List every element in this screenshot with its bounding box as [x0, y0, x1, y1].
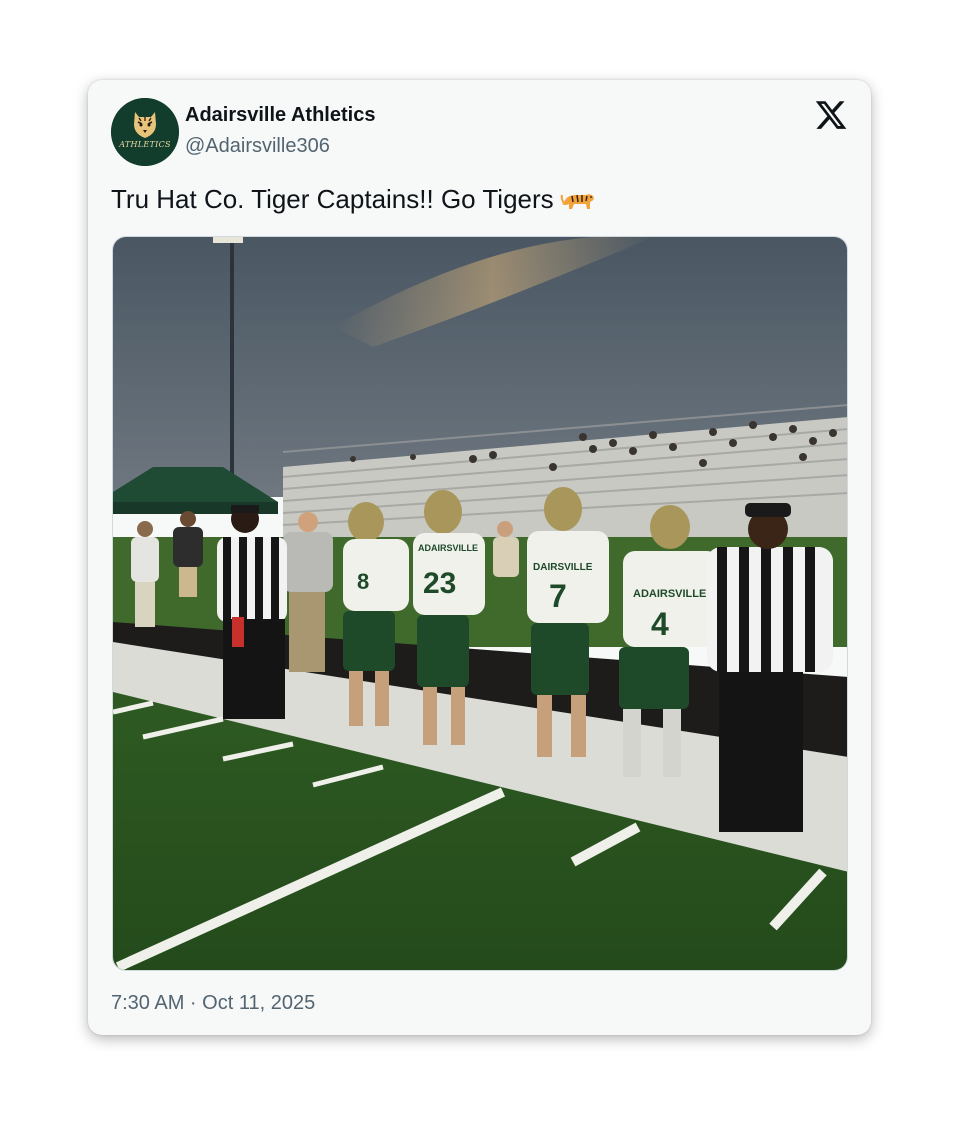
referee-left: [217, 505, 287, 719]
tweet-text: Tru Hat Co. Tiger Captains!! Go Tigers: [111, 184, 596, 215]
tweet-card[interactable]: ATHLETICS Adairsville Athletics @Adairsv…: [88, 80, 871, 1035]
tiger-emoji-icon: [560, 194, 594, 209]
tweet-photo[interactable]: 8 ADAIRSVILLE 23 DAIRSVILLE 7 ADAIRSVILL…: [112, 236, 848, 971]
x-logo-icon[interactable]: [814, 98, 848, 132]
svg-text:8: 8: [357, 569, 369, 594]
svg-text:ADAIRSVILLE: ADAIRSVILLE: [418, 543, 478, 553]
avatar[interactable]: ATHLETICS: [111, 98, 179, 166]
svg-text:23: 23: [423, 567, 456, 600]
photo-football-captains: 8 ADAIRSVILLE 23 DAIRSVILLE 7 ADAIRSVILL…: [113, 237, 847, 970]
svg-text:4: 4: [651, 606, 669, 642]
author-name[interactable]: Adairsville Athletics: [185, 104, 375, 127]
avatar-text: ATHLETICS: [119, 140, 171, 149]
tweet-timestamp[interactable]: 7:30 AM · Oct 11, 2025: [111, 992, 315, 1015]
tweet-text-content: Tru Hat Co. Tiger Captains!! Go Tigers: [111, 184, 554, 214]
svg-text:ADAIRSVILLE: ADAIRSVILLE: [633, 588, 706, 600]
svg-text:DAIRSVILLE: DAIRSVILLE: [533, 562, 593, 573]
svg-text:7: 7: [549, 578, 567, 614]
tiger-logo-icon: [111, 98, 179, 166]
author-handle[interactable]: @Adairsville306: [185, 135, 330, 158]
